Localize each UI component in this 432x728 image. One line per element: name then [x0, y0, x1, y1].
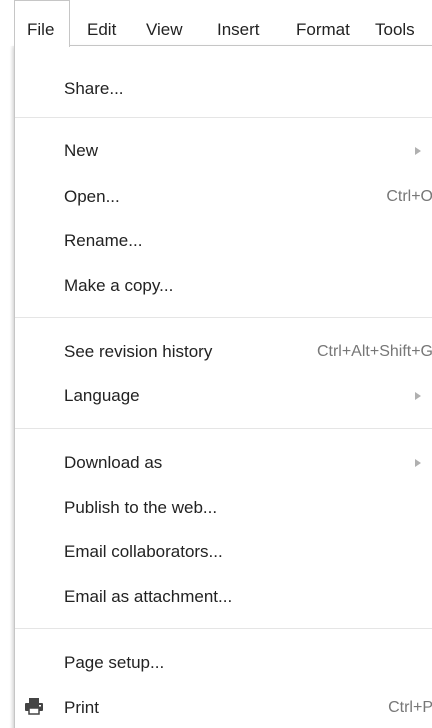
- menu-separator: [15, 428, 432, 429]
- background-edge: [0, 46, 14, 728]
- menu-item-label: Page setup...: [64, 653, 165, 672]
- menu-item-shortcut: Ctrl+Alt+Shift+G: [316, 343, 432, 360]
- menu-item-label: Email collaborators...: [64, 542, 223, 561]
- menu-item-make-copy[interactable]: Make a copy...: [15, 266, 432, 306]
- menu-item-revision-history[interactable]: See revision history Ctrl+Alt+Shift+G: [15, 332, 432, 372]
- menu-separator: [15, 117, 432, 118]
- menu-item-share[interactable]: Share...: [15, 69, 432, 109]
- menu-view[interactable]: View: [146, 0, 183, 46]
- menu-item-label: Rename...: [64, 231, 143, 250]
- menu-insert[interactable]: Insert: [217, 0, 260, 46]
- menu-item-print[interactable]: Print Ctrl+P: [15, 688, 432, 728]
- menu-item-label: Print: [64, 698, 99, 717]
- menu-item-label: Language: [64, 386, 140, 405]
- submenu-arrow-icon: [415, 392, 421, 400]
- menu-edit[interactable]: Edit: [87, 0, 116, 46]
- menu-format[interactable]: Format: [296, 0, 350, 46]
- menu-item-label: Share...: [64, 79, 124, 98]
- menu-item-rename[interactable]: Rename...: [15, 221, 432, 261]
- menu-item-shortcut: Ctrl+O: [386, 188, 432, 205]
- printer-icon: [25, 698, 43, 715]
- menu-item-label: Email as attachment...: [64, 587, 233, 606]
- menu-item-email-collaborators[interactable]: Email collaborators...: [15, 532, 432, 572]
- menu-item-shortcut: Ctrl+P: [388, 699, 432, 716]
- app-window: File Edit View Insert Format Tools Share…: [0, 0, 432, 728]
- menu-item-label: Open...: [64, 187, 120, 206]
- menu-item-label: Publish to the web...: [64, 498, 218, 517]
- menu-item-new[interactable]: New: [15, 131, 432, 171]
- menu-item-email-attachment[interactable]: Email as attachment...: [15, 577, 432, 617]
- menu-item-download-as[interactable]: Download as: [15, 443, 432, 483]
- submenu-arrow-icon: [415, 147, 421, 155]
- menu-item-page-setup[interactable]: Page setup...: [15, 643, 432, 683]
- menu-separator: [15, 628, 432, 629]
- menu-tools[interactable]: Tools: [375, 0, 415, 46]
- menu-item-publish[interactable]: Publish to the web...: [15, 488, 432, 528]
- menu-item-label: Download as: [64, 453, 163, 472]
- menu-item-language[interactable]: Language: [15, 376, 432, 416]
- menu-bar: File Edit View Insert Format Tools: [0, 0, 432, 47]
- menu-item-label: Make a copy...: [64, 276, 174, 295]
- menu-item-label: See revision history: [64, 342, 213, 361]
- file-menu-dropdown: Share... New Open... Ctrl+O Rename... Ma…: [14, 45, 432, 728]
- submenu-arrow-icon: [415, 459, 421, 467]
- menu-item-label: New: [64, 141, 99, 160]
- menu-item-open[interactable]: Open... Ctrl+O: [15, 177, 432, 217]
- menu-separator: [15, 317, 432, 318]
- menu-file[interactable]: File: [14, 0, 70, 47]
